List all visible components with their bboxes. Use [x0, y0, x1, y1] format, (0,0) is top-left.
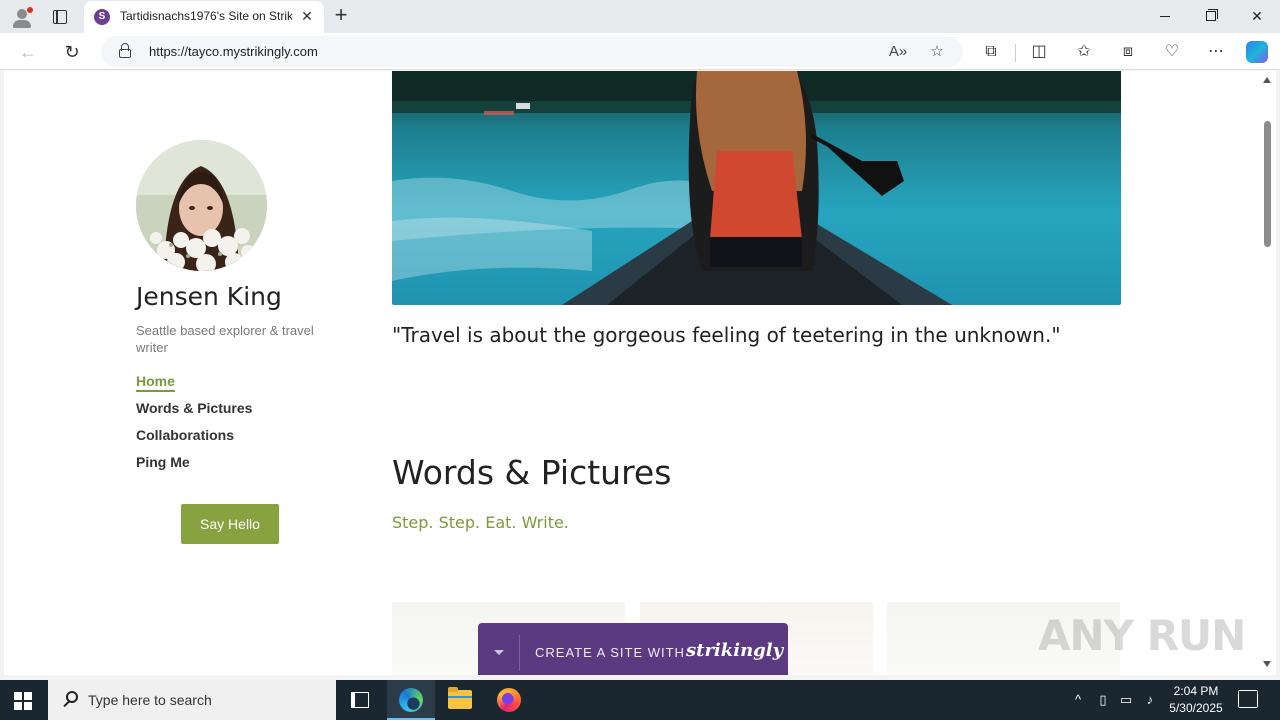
promo-divider — [519, 635, 520, 671]
taskbar-firefox[interactable] — [485, 680, 533, 720]
say-hello-button[interactable]: Say Hello — [181, 504, 279, 544]
close-tab-icon[interactable]: ✕ — [298, 7, 316, 25]
copilot-icon[interactable] — [1246, 41, 1268, 63]
url-text[interactable]: https://tayco.mystrikingly.com — [149, 44, 318, 59]
volume-icon[interactable]: ♪ — [1140, 690, 1160, 710]
show-hidden-icons-icon[interactable]: ^ — [1068, 690, 1088, 710]
scroll-up-arrow-icon[interactable] — [1263, 77, 1271, 83]
strikingly-promo-bar[interactable]: CREATE A SITE WITH strikingly — [478, 623, 788, 675]
anyrun-watermark: ANY RUN — [1038, 611, 1246, 660]
clock-time: 2:04 PM — [1173, 684, 1219, 698]
site-owner-name: Jensen King — [136, 282, 282, 311]
canoe-lake-photo — [392, 71, 1121, 305]
nav-words-pictures[interactable]: Words & Pictures — [136, 400, 252, 416]
toolbar-divider — [1015, 44, 1016, 62]
browser-toolbar: ← ↻ https://tayco.mystrikingly.com A» ☆ … — [0, 33, 1280, 70]
windows-start-icon[interactable] — [14, 692, 32, 710]
section-subtitle: Step. Step. Eat. Write. — [392, 513, 569, 532]
reload-button[interactable]: ↻ — [59, 39, 85, 65]
tab-title: Tartidisnachs1976's Site on Strikingly — [120, 9, 292, 23]
scroll-thumb[interactable] — [1264, 121, 1271, 247]
extensions-icon[interactable]: ⧉ — [980, 41, 1002, 63]
more-menu-icon[interactable]: ⋯ — [1205, 41, 1227, 63]
browser-titlebar: S Tartidisnachs1976's Site on Strikingly… — [0, 0, 1280, 33]
back-button[interactable]: ← — [15, 39, 41, 65]
close-window-button[interactable]: ✕ — [1234, 0, 1280, 33]
hero-quote: "Travel is about the gorgeous feeling of… — [392, 323, 1061, 347]
notification-center-icon[interactable] — [1238, 690, 1258, 708]
clock-date: 5/30/2025 — [1169, 701, 1223, 715]
edge-icon — [399, 688, 423, 712]
address-bar[interactable]: https://tayco.mystrikingly.com A» ☆ — [101, 36, 963, 67]
nav-collaborations[interactable]: Collaborations — [136, 427, 234, 443]
avatar-photo — [136, 140, 267, 271]
taskbar-clock[interactable]: 2:04 PM 5/30/2025 — [1160, 683, 1232, 717]
network-icon[interactable]: ▭ — [1116, 690, 1136, 710]
browser-tab-active[interactable]: S Tartidisnachs1976's Site on Strikingly… — [84, 1, 324, 33]
page-scrollbar[interactable] — [1260, 71, 1276, 675]
folder-icon — [448, 687, 472, 709]
task-view-icon — [351, 692, 369, 708]
search-icon — [62, 691, 80, 709]
profile-icon[interactable] — [10, 5, 34, 29]
section-title: Words & Pictures — [392, 453, 672, 492]
search-placeholder[interactable]: Type here to search — [88, 692, 212, 708]
firefox-icon — [497, 688, 521, 712]
scroll-down-arrow-icon[interactable] — [1263, 661, 1271, 667]
device-icon[interactable]: ▯ — [1093, 690, 1113, 710]
restore-button[interactable] — [1188, 0, 1234, 33]
taskbar-file-explorer[interactable] — [436, 680, 484, 720]
nav-home[interactable]: Home — [136, 373, 175, 392]
split-screen-icon[interactable]: ◫ — [1028, 41, 1050, 63]
profile-avatar — [136, 140, 267, 271]
collapse-caret-icon[interactable] — [494, 650, 504, 655]
minimize-button[interactable] — [1142, 0, 1188, 33]
browser-essentials-icon[interactable]: ♡ — [1161, 41, 1183, 63]
favorite-star-icon[interactable]: ☆ — [926, 41, 948, 63]
nav-ping-me[interactable]: Ping Me — [136, 454, 190, 470]
promo-text: CREATE A SITE WITH — [535, 645, 685, 660]
strikingly-logo: strikingly — [686, 640, 784, 661]
page-viewport: Jensen King Seattle based explorer & tra… — [4, 71, 1260, 675]
windows-taskbar: Type here to search ^ ▯ ▭ ♪ 2:04 PM 5/30… — [0, 680, 1280, 720]
lock-icon[interactable] — [119, 43, 131, 58]
tab-actions-icon[interactable] — [50, 7, 70, 27]
new-tab-button[interactable]: + — [330, 4, 352, 27]
read-aloud-icon[interactable]: A» — [887, 41, 909, 63]
collections-icon[interactable]: ⧈ — [1117, 41, 1139, 63]
taskbar-edge-app[interactable] — [387, 680, 435, 720]
hero-image — [392, 71, 1121, 305]
task-view-button[interactable] — [336, 680, 384, 720]
favorites-icon[interactable]: ✩ — [1073, 41, 1095, 63]
strikingly-favicon-icon: S — [94, 9, 110, 25]
taskbar-search-box[interactable]: Type here to search — [48, 680, 336, 720]
site-tagline: Seattle based explorer & travel writer — [136, 323, 314, 355]
